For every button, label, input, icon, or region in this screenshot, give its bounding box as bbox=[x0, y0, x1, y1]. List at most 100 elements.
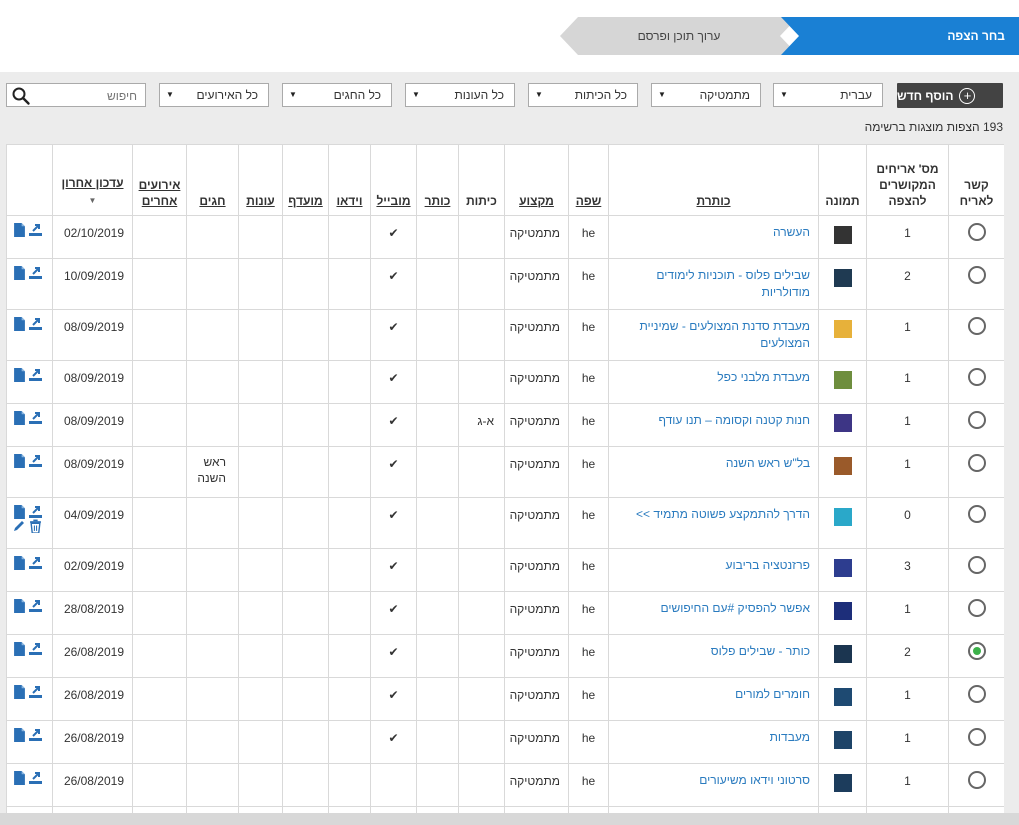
title-link[interactable]: אפשר להפסיק #עם החיפושים bbox=[660, 601, 810, 615]
col-holidays[interactable]: חגים bbox=[186, 144, 239, 216]
grades-select[interactable]: כל הכיתות ▼ bbox=[528, 83, 638, 107]
col-host-link: קשר לאריח bbox=[948, 144, 1004, 216]
title-link[interactable]: מעבדות bbox=[770, 730, 810, 744]
field-select[interactable]: מתמטיקה ▼ bbox=[651, 83, 761, 107]
export-icon[interactable] bbox=[29, 505, 42, 518]
step-choose-flood[interactable]: בחר הצפה bbox=[781, 17, 1019, 55]
grades-cell bbox=[458, 634, 505, 678]
export-icon[interactable] bbox=[29, 266, 42, 279]
document-icon[interactable] bbox=[13, 317, 26, 332]
thumbnail-image[interactable] bbox=[833, 602, 852, 620]
col-title[interactable]: כותרת bbox=[608, 144, 819, 216]
export-icon[interactable] bbox=[29, 411, 42, 424]
seasons-select[interactable]: כל העונות ▼ bbox=[405, 83, 515, 107]
events-select[interactable]: כל האירועים ▼ bbox=[159, 83, 269, 107]
actions-cell bbox=[6, 548, 53, 592]
title-link[interactable]: כותר - שבילים פלוס bbox=[711, 644, 810, 658]
title-link[interactable]: מעבדת סדנת המצולעים - שמיניית המצולעים bbox=[639, 319, 810, 350]
num-hosts-cell: 1 bbox=[866, 215, 949, 259]
col-num-hosts: מס' אריחים המקושרים להצפה bbox=[866, 144, 949, 216]
thumbnail-image[interactable] bbox=[833, 508, 852, 526]
thumbnail-image[interactable] bbox=[833, 688, 852, 706]
title-link[interactable]: הדרך להתמקצע פשוטה מתמיד >> bbox=[636, 507, 810, 521]
document-icon[interactable] bbox=[13, 266, 26, 281]
host-link-radio[interactable] bbox=[967, 368, 986, 386]
export-icon[interactable] bbox=[29, 599, 42, 612]
col-mobile[interactable]: מובייל bbox=[370, 144, 417, 216]
col-featured[interactable]: מועדף bbox=[282, 144, 329, 216]
edit-icon[interactable] bbox=[13, 519, 26, 532]
step-edit-content[interactable]: ערוך תוכן ופרסם bbox=[560, 17, 798, 55]
col-crown[interactable]: כותר bbox=[416, 144, 459, 216]
document-icon[interactable] bbox=[13, 685, 26, 700]
thumbnail-image[interactable] bbox=[833, 269, 852, 287]
host-link-radio[interactable] bbox=[967, 556, 986, 574]
host-link-radio[interactable] bbox=[967, 223, 986, 241]
document-icon[interactable] bbox=[13, 368, 26, 383]
thumbnail-image[interactable] bbox=[833, 457, 852, 475]
title-link[interactable]: חומרים למורים bbox=[735, 687, 810, 701]
title-link[interactable]: חנות קטנה וקסומה – תנו עודף bbox=[659, 413, 811, 427]
host-link-radio[interactable] bbox=[967, 266, 986, 284]
language-select[interactable]: עברית ▼ bbox=[773, 83, 883, 107]
title-link[interactable]: בל"ש ראש השנה bbox=[726, 456, 810, 470]
host-link-radio[interactable] bbox=[967, 685, 986, 703]
thumbnail-image[interactable] bbox=[833, 645, 852, 663]
thumbnail-image[interactable] bbox=[833, 731, 852, 749]
export-icon[interactable] bbox=[29, 685, 42, 698]
thumbnail-image[interactable] bbox=[833, 226, 852, 244]
thumbnail-image[interactable] bbox=[833, 414, 852, 432]
export-icon[interactable] bbox=[29, 368, 42, 381]
col-other-events[interactable]: אירועים אחרים bbox=[132, 144, 187, 216]
thumbnail-image[interactable] bbox=[833, 320, 852, 338]
host-link-radio[interactable] bbox=[967, 599, 986, 617]
host-link-radio[interactable] bbox=[967, 642, 986, 660]
title-link[interactable]: פרזנטציה בריבוע bbox=[726, 558, 810, 572]
document-icon[interactable] bbox=[13, 454, 26, 469]
export-icon[interactable] bbox=[29, 728, 42, 741]
document-icon[interactable] bbox=[13, 642, 26, 657]
thumbnail-image[interactable] bbox=[833, 559, 852, 577]
export-icon[interactable] bbox=[29, 454, 42, 467]
trash-icon[interactable] bbox=[29, 519, 42, 534]
actions-cell bbox=[6, 360, 53, 404]
export-icon[interactable] bbox=[29, 642, 42, 655]
col-language[interactable]: שפה bbox=[568, 144, 609, 216]
seasons-cell bbox=[238, 497, 283, 549]
document-icon[interactable] bbox=[13, 223, 26, 238]
last-update-cell: 04/09/2019 bbox=[52, 497, 133, 549]
field-cell: מתמטיקה bbox=[504, 258, 569, 310]
host-link-radio[interactable] bbox=[967, 411, 986, 429]
col-seasons[interactable]: עונות bbox=[238, 144, 283, 216]
document-icon[interactable] bbox=[13, 599, 26, 614]
host-link-radio[interactable] bbox=[967, 317, 986, 335]
host-link-radio[interactable] bbox=[967, 771, 986, 789]
col-field[interactable]: מקצוע bbox=[504, 144, 569, 216]
export-icon[interactable] bbox=[29, 771, 42, 784]
add-new-button[interactable]: + הוסף חדש bbox=[897, 83, 1003, 108]
title-cell: אפשר להפסיק #עם החיפושים bbox=[608, 591, 819, 635]
col-last-update[interactable]: עדכון אחרון ▼ bbox=[52, 144, 133, 216]
document-icon[interactable] bbox=[13, 728, 26, 743]
holidays-cell bbox=[186, 548, 239, 592]
host-link-radio[interactable] bbox=[967, 505, 986, 523]
search-input[interactable] bbox=[35, 85, 139, 107]
document-icon[interactable] bbox=[13, 505, 26, 520]
document-icon[interactable] bbox=[13, 556, 26, 571]
title-link[interactable]: מעבדת מלבני כפל bbox=[717, 370, 810, 384]
title-link[interactable]: סרטוני וידאו משיעורים bbox=[699, 773, 810, 787]
export-icon[interactable] bbox=[29, 556, 42, 569]
document-icon[interactable] bbox=[13, 411, 26, 426]
thumbnail-image[interactable] bbox=[833, 371, 852, 389]
title-link[interactable]: העשרה bbox=[773, 225, 810, 239]
document-icon[interactable] bbox=[13, 771, 26, 786]
host-link-radio[interactable] bbox=[967, 454, 986, 472]
holidays-select[interactable]: כל החגים ▼ bbox=[282, 83, 392, 107]
col-video[interactable]: וידאו bbox=[328, 144, 371, 216]
export-icon[interactable] bbox=[29, 317, 42, 330]
title-link[interactable]: שבילים פלוס - תוכניות לימודים מודולריות bbox=[656, 268, 810, 299]
host-link-radio[interactable] bbox=[967, 728, 986, 746]
search-icon[interactable] bbox=[11, 86, 31, 106]
thumbnail-image[interactable] bbox=[833, 774, 852, 792]
export-icon[interactable] bbox=[29, 223, 42, 236]
